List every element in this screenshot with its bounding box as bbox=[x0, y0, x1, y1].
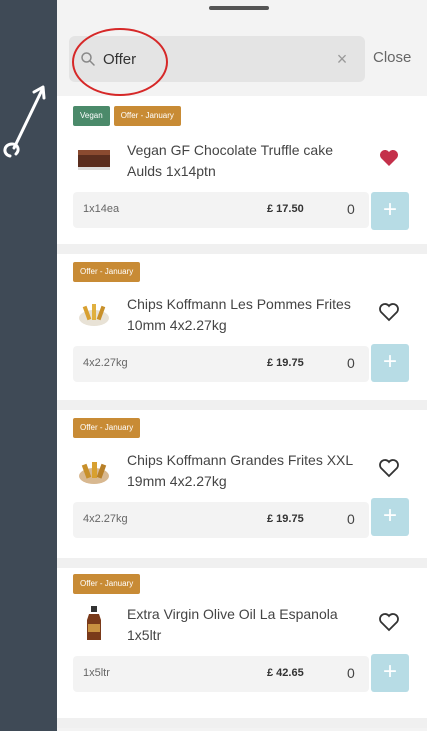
cake-icon bbox=[78, 150, 110, 170]
quantity: 0 bbox=[347, 511, 355, 527]
search-input[interactable] bbox=[103, 48, 313, 70]
add-to-cart-button[interactable]: + bbox=[371, 344, 409, 382]
oil-bottle-icon bbox=[87, 606, 101, 640]
quantity: 0 bbox=[347, 355, 355, 371]
price: £ 17.50 bbox=[267, 203, 304, 215]
price-row: 4x2.27kg £ 19.75 0 bbox=[73, 346, 369, 382]
search-bar: × Close bbox=[69, 36, 423, 82]
offer-badge: Offer - January bbox=[73, 418, 141, 438]
background-panel bbox=[0, 0, 57, 731]
vegan-badge: Vegan bbox=[73, 106, 110, 126]
offer-badge: Offer - January bbox=[73, 262, 141, 282]
divider bbox=[57, 400, 427, 410]
divider bbox=[57, 244, 427, 254]
fries-icon bbox=[79, 304, 109, 326]
fries-icon bbox=[79, 462, 109, 484]
product-card: Offer - January Extra Virgin Olive Oil L… bbox=[57, 568, 427, 718]
price: £ 19.75 bbox=[267, 513, 304, 525]
divider bbox=[57, 718, 427, 728]
offer-badge: Offer - January bbox=[113, 106, 181, 126]
heart-outline-icon[interactable] bbox=[377, 456, 401, 480]
product-name[interactable]: Chips Koffmann Grandes Frites XXL 19mm 4… bbox=[127, 450, 367, 492]
badge-row: Offer - January bbox=[73, 574, 141, 594]
sheet-drag-handle[interactable] bbox=[209, 6, 269, 10]
pack-size: 1x14ea bbox=[83, 203, 120, 215]
quantity: 0 bbox=[347, 665, 355, 681]
product-card: Offer - January Chips Koffmann Les Pomme… bbox=[57, 254, 427, 400]
divider bbox=[57, 558, 427, 568]
pack-size: 4x2.27kg bbox=[83, 357, 128, 369]
heart-filled-icon[interactable] bbox=[377, 146, 401, 170]
product-name[interactable]: Extra Virgin Olive Oil La Espanola 1x5lt… bbox=[127, 604, 367, 646]
annotation-arrow-icon bbox=[3, 85, 46, 158]
search-icon bbox=[81, 52, 95, 66]
clear-search-icon[interactable]: × bbox=[332, 49, 352, 69]
price-row: 1x14ea £ 17.50 0 bbox=[73, 192, 369, 228]
price: £ 19.75 bbox=[267, 357, 304, 369]
add-to-cart-button[interactable]: + bbox=[371, 498, 409, 536]
quantity: 0 bbox=[347, 201, 355, 217]
add-to-cart-button[interactable]: + bbox=[371, 192, 409, 230]
close-button[interactable]: Close bbox=[373, 49, 411, 66]
product-name[interactable]: Vegan GF Chocolate Truffle cake Aulds 1x… bbox=[127, 140, 367, 182]
pack-size: 4x2.27kg bbox=[83, 513, 128, 525]
price-row: 1x5ltr £ 42.65 0 bbox=[73, 656, 369, 692]
badge-row: Offer - January bbox=[73, 262, 141, 282]
badge-row: Vegan Offer - January bbox=[73, 106, 181, 126]
product-name[interactable]: Chips Koffmann Les Pommes Frites 10mm 4x… bbox=[127, 294, 367, 336]
heart-outline-icon[interactable] bbox=[377, 610, 401, 634]
price: £ 42.65 bbox=[267, 667, 304, 679]
product-card: Offer - January Chips Koffmann Grandes F… bbox=[57, 410, 427, 558]
badge-row: Offer - January bbox=[73, 418, 141, 438]
pack-size: 1x5ltr bbox=[83, 667, 110, 679]
search-field[interactable]: × bbox=[69, 36, 365, 82]
product-card: Vegan Offer - January Vegan GF Chocolate… bbox=[57, 96, 427, 244]
add-to-cart-button[interactable]: + bbox=[371, 654, 409, 692]
price-row: 4x2.27kg £ 19.75 0 bbox=[73, 502, 369, 538]
heart-outline-icon[interactable] bbox=[377, 300, 401, 324]
offer-badge: Offer - January bbox=[73, 574, 141, 594]
search-sheet: × Close Vegan Offer - January Vegan GF C… bbox=[57, 0, 427, 731]
